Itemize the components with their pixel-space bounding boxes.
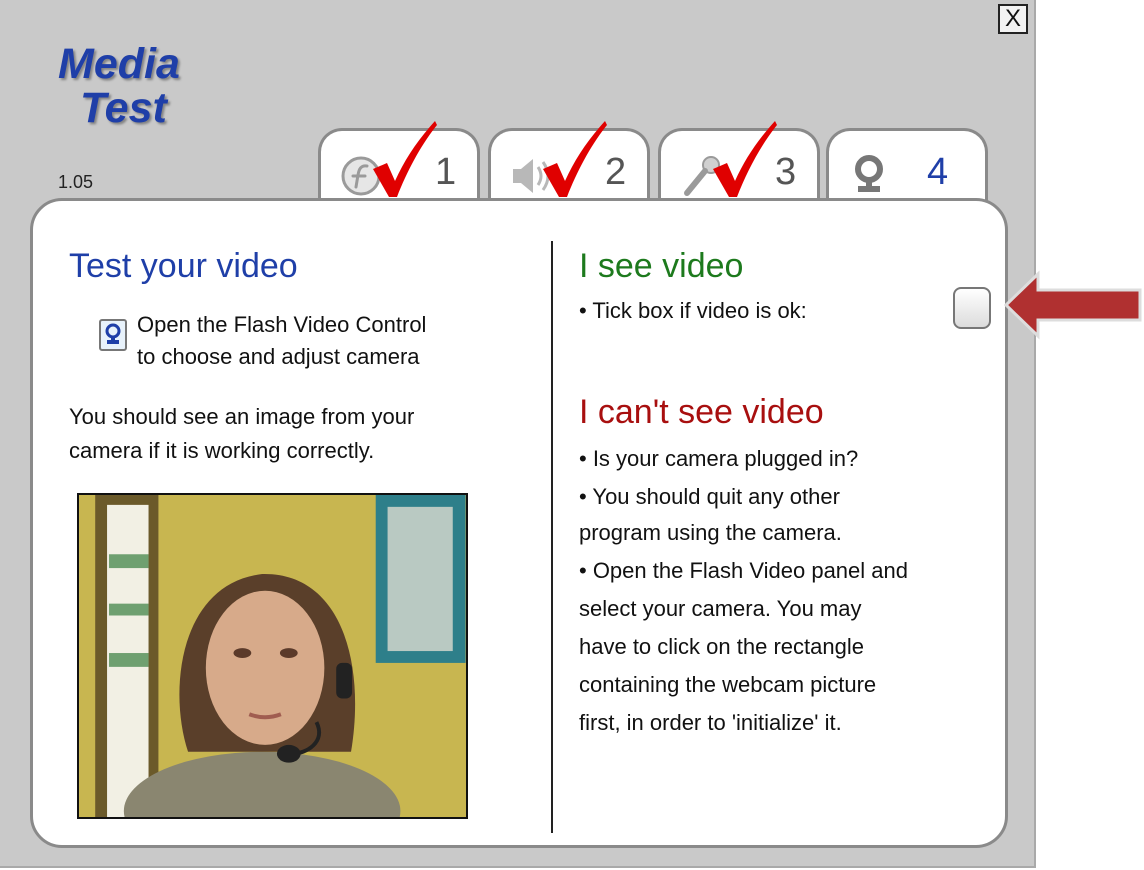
help-line: select your camera. You may xyxy=(579,596,862,621)
help-line: have to click on the rectangle xyxy=(579,634,864,659)
close-button[interactable]: X xyxy=(998,4,1028,34)
checkmark-icon xyxy=(713,121,777,197)
tick-box-label: • Tick box if video is ok: xyxy=(579,298,807,323)
cant-see-video-title: I can't see video xyxy=(579,393,824,431)
tab-number: 4 xyxy=(927,151,949,193)
webcam-image xyxy=(79,495,466,817)
help-line: • Open the Flash Video panel and xyxy=(579,558,908,583)
checkmark-icon xyxy=(373,121,437,197)
media-test-window: X Media Test 1.05 1 2 3 4 Test your vide… xyxy=(0,0,1036,868)
checkmark-icon xyxy=(543,121,607,197)
info-text-line2: camera if it is working correctly. xyxy=(69,438,375,463)
tab-number: 2 xyxy=(605,151,627,193)
version-label: 1.05 xyxy=(58,172,94,192)
info-text-line1: You should see an image from your xyxy=(69,404,415,429)
logo-text-media: Media xyxy=(58,40,180,88)
help-line: first, in order to 'initialize' it. xyxy=(579,710,842,735)
webcam-video-preview[interactable] xyxy=(77,493,468,819)
flash-video-control-button[interactable] xyxy=(99,319,127,351)
help-line: program using the camera. xyxy=(579,520,842,545)
logo-text-test: Test xyxy=(80,84,167,132)
left-arrow-icon xyxy=(1003,270,1142,340)
help-line: • You should quit any other xyxy=(579,484,840,509)
content-panel: Test your video Open the Flash Video Con… xyxy=(30,198,1008,848)
video-ok-checkbox[interactable] xyxy=(953,287,991,329)
flash-control-text-line1: Open the Flash Video Control xyxy=(137,312,427,337)
flash-control-text-line2: to choose and adjust camera xyxy=(137,344,420,369)
webcam-icon xyxy=(105,323,121,344)
test-video-title: Test your video xyxy=(69,247,298,285)
app-logo: Media Test xyxy=(58,42,180,130)
webcam-icon xyxy=(855,155,883,192)
help-line: • Is your camera plugged in? xyxy=(579,446,859,471)
column-divider xyxy=(551,241,553,833)
tab-number: 3 xyxy=(775,151,797,193)
tab-number: 1 xyxy=(435,151,457,193)
see-video-title: I see video xyxy=(579,247,744,285)
help-line: containing the webcam picture xyxy=(579,672,877,697)
